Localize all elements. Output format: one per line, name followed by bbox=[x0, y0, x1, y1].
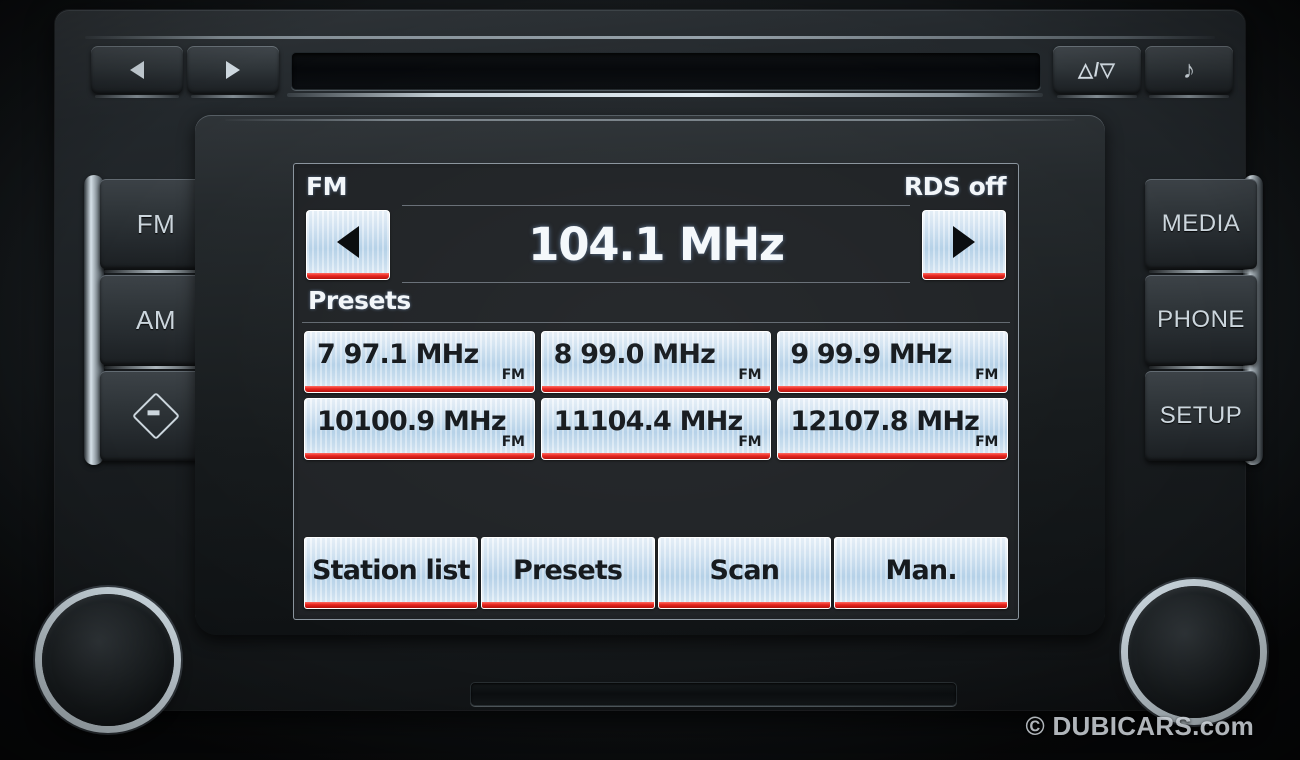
screen-bezel: FM RDS off 104.1 MHz Presets 7 97.1 MHz … bbox=[195, 115, 1105, 635]
traffic-program-diamond-icon bbox=[131, 391, 181, 441]
preset-label: 10100.9 MHz bbox=[317, 406, 507, 437]
phone-button[interactable]: PHONE bbox=[1145, 275, 1257, 365]
eject-load-icon: △/▽ bbox=[1078, 59, 1116, 81]
presets-caption: Presets bbox=[308, 286, 411, 315]
preset-button[interactable]: 11104.4 MHz FM bbox=[540, 398, 772, 460]
cd-slot[interactable] bbox=[291, 52, 1041, 90]
eject-load-button[interactable]: △/▽ bbox=[1053, 46, 1141, 98]
left-button-cluster: FM AM bbox=[84, 175, 212, 465]
preset-label: 11104.4 MHz bbox=[553, 406, 744, 437]
left-button-separator bbox=[104, 270, 208, 273]
knob-face bbox=[1137, 595, 1251, 709]
tune-down-button[interactable] bbox=[306, 210, 390, 280]
preset-button[interactable]: 8 99.0 MHz FM bbox=[540, 331, 772, 393]
frequency-strip: 104.1 MHz bbox=[306, 204, 1006, 284]
preset-band-label: FM bbox=[975, 367, 998, 383]
music-source-button[interactable]: ♪ bbox=[1145, 46, 1233, 98]
knob-face bbox=[51, 603, 165, 717]
preset-band-label: FM bbox=[501, 434, 525, 450]
tune-menu-knob[interactable] bbox=[1128, 586, 1260, 718]
triangle-left-icon bbox=[337, 226, 359, 258]
lcd-inner: FM RDS off 104.1 MHz Presets 7 97.1 MHz … bbox=[298, 168, 1014, 615]
tab-label: Scan bbox=[709, 554, 780, 586]
tab-label: Man. bbox=[885, 554, 957, 586]
right-button-separator bbox=[1149, 270, 1253, 273]
preset-button[interactable]: 12107.8 MHz FM bbox=[777, 398, 1008, 460]
band-indicator: FM bbox=[306, 172, 347, 201]
triangle-right-icon bbox=[953, 226, 975, 258]
preset-label: 12107.8 MHz bbox=[790, 406, 980, 437]
rds-status: RDS off bbox=[903, 172, 1007, 201]
cd-slot-chrome-trim bbox=[287, 93, 1043, 97]
watermark: © DUBICARS.com bbox=[1025, 711, 1254, 741]
tune-up-button[interactable] bbox=[922, 210, 1006, 280]
preset-label: 8 99.0 MHz bbox=[553, 339, 716, 370]
header-underline bbox=[302, 322, 1010, 323]
triangle-right-icon bbox=[226, 61, 240, 79]
preset-button[interactable]: 9 99.9 MHz FM bbox=[777, 331, 1008, 393]
tab-label: Presets bbox=[513, 554, 623, 586]
top-control-row: △/▽ ♪ bbox=[91, 46, 1233, 98]
bottom-grille bbox=[470, 682, 957, 706]
music-note-icon: ♪ bbox=[1182, 55, 1196, 84]
prev-track-button[interactable] bbox=[91, 46, 183, 98]
phone-label: PHONE bbox=[1157, 306, 1245, 333]
right-button-cluster: MEDIA PHONE SETUP bbox=[1135, 175, 1263, 465]
power-volume-knob[interactable] bbox=[42, 594, 174, 726]
lcd-screen[interactable]: FM RDS off 104.1 MHz Presets 7 97.1 MHz … bbox=[293, 163, 1019, 620]
setup-button[interactable]: SETUP bbox=[1145, 371, 1257, 461]
preset-band-label: FM bbox=[738, 367, 762, 383]
tab-station-list[interactable]: Station list bbox=[304, 537, 478, 609]
preset-band-label: FM bbox=[738, 434, 762, 450]
preset-button[interactable]: 7 97.1 MHz FM bbox=[304, 331, 535, 393]
tab-label: Station list bbox=[311, 554, 471, 586]
setup-label: SETUP bbox=[1159, 402, 1243, 429]
preset-band-label: FM bbox=[501, 367, 525, 383]
triangle-left-icon bbox=[130, 61, 144, 79]
media-label: MEDIA bbox=[1161, 210, 1241, 237]
unit-top-chrome-trim bbox=[85, 36, 1215, 39]
tab-scan[interactable]: Scan bbox=[657, 537, 832, 609]
preset-button[interactable]: 10100.9 MHz FM bbox=[304, 398, 535, 460]
bezel-highlight bbox=[225, 119, 1075, 121]
screen-tab-bar: Station list Presets Scan Man. bbox=[304, 537, 1008, 609]
tab-presets[interactable]: Presets bbox=[480, 537, 655, 609]
am-band-label: AM bbox=[136, 304, 176, 335]
preset-label: 9 99.9 MHz bbox=[790, 339, 952, 370]
dashboard-fascia: △/▽ ♪ FM AM MEDIA PHONE SETUP FM RDS off… bbox=[0, 0, 1300, 760]
head-unit: △/▽ ♪ FM AM MEDIA PHONE SETUP FM RDS off… bbox=[55, 10, 1263, 710]
preset-band-label: FM bbox=[975, 434, 998, 450]
next-track-button[interactable] bbox=[187, 46, 279, 98]
fm-band-label: FM bbox=[136, 208, 176, 239]
left-button-separator bbox=[104, 366, 208, 369]
preset-grid: 7 97.1 MHz FM 8 99.0 MHz FM 9 99.9 MHz F… bbox=[304, 331, 1008, 460]
current-frequency: 104.1 MHz bbox=[528, 217, 785, 271]
media-button[interactable]: MEDIA bbox=[1145, 179, 1257, 269]
preset-label: 7 97.1 MHz bbox=[317, 339, 479, 370]
right-button-separator bbox=[1149, 366, 1253, 369]
screen-status-bar: FM RDS off bbox=[306, 172, 1007, 202]
tab-manual[interactable]: Man. bbox=[834, 537, 1008, 609]
